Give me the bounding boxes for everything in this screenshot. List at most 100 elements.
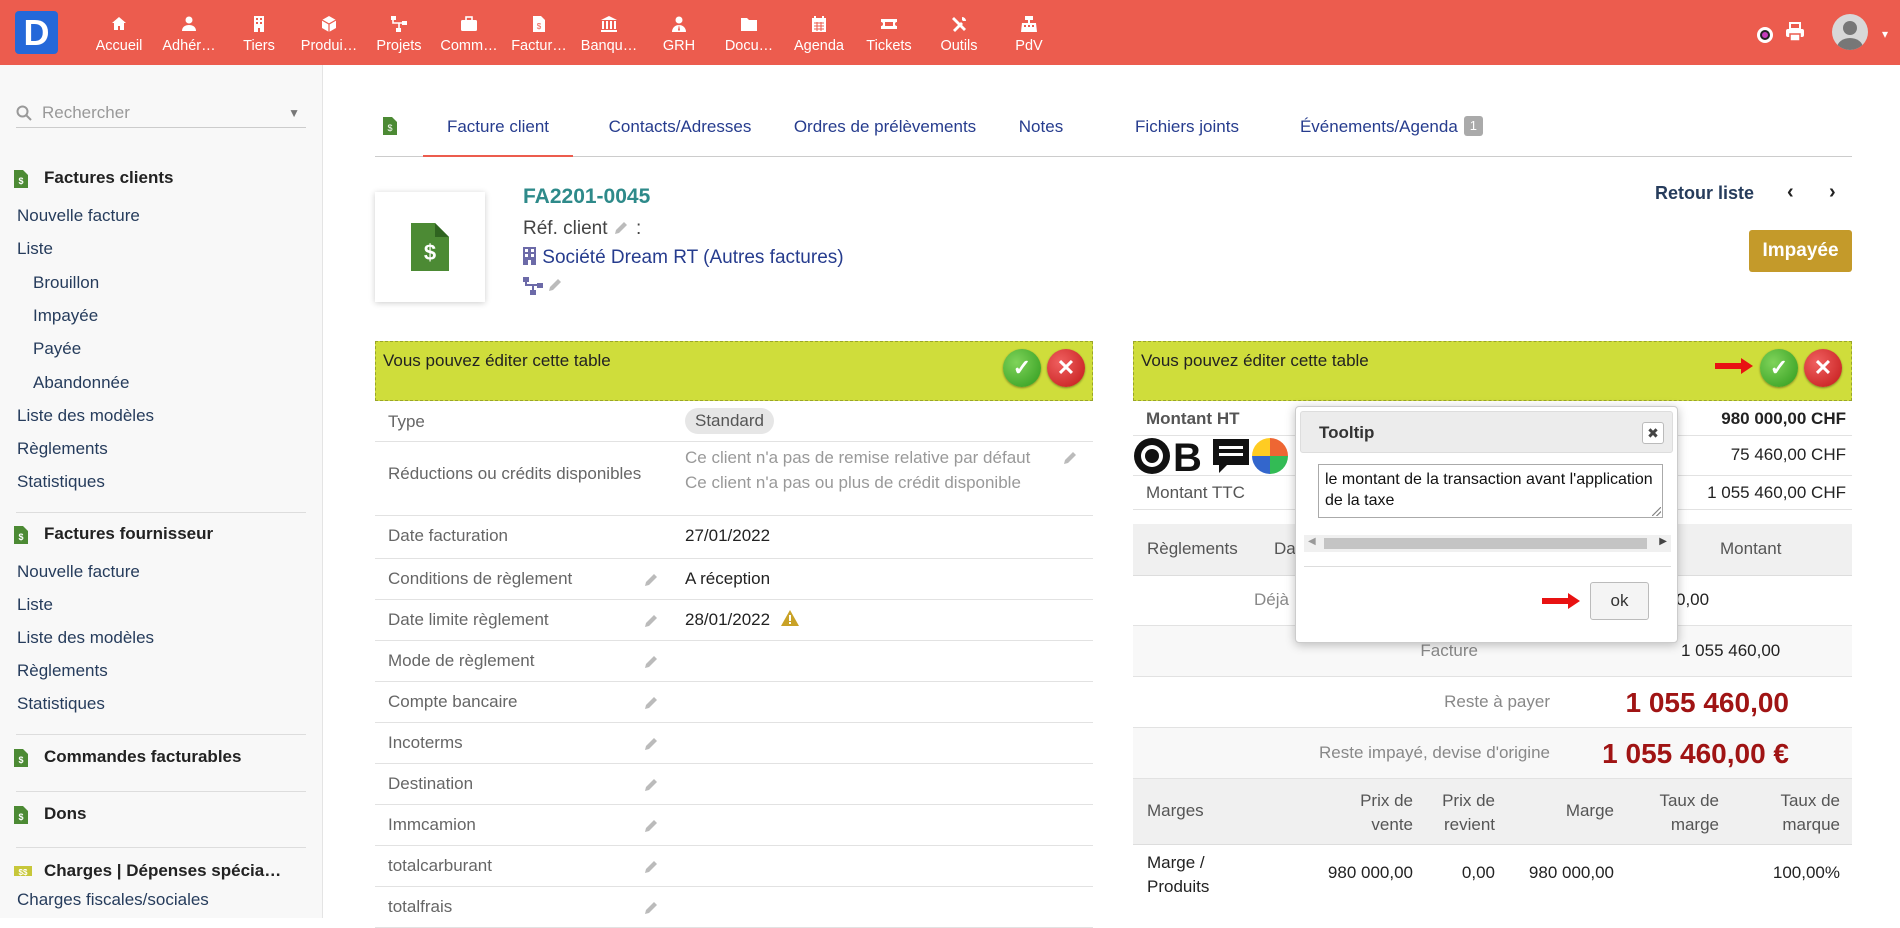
tab-notes[interactable]: Notes xyxy=(1011,95,1071,157)
tab-evenements-agenda[interactable]: Événements/Agenda 1 xyxy=(1284,95,1499,157)
edit-pencil-icon[interactable] xyxy=(643,654,659,670)
resize-handle-icon[interactable] xyxy=(1652,507,1661,516)
edit-pencil-icon[interactable] xyxy=(643,572,659,588)
sidebar-item[interactable]: Règlements xyxy=(17,661,108,681)
sidebar-section-2[interactable]: $ Commandes facturables xyxy=(14,747,241,767)
tooltip-textarea[interactable]: le montant de la transaction avant l'app… xyxy=(1318,464,1663,518)
menu-item-agenda[interactable]: Agenda xyxy=(784,0,854,65)
sidebar-section-4[interactable]: $$ Charges | Dépenses spécia… xyxy=(14,861,281,881)
tab-contacts-adresses[interactable]: Contacts/Adresses xyxy=(595,95,765,157)
tab-ordres-prelevements[interactable]: Ordres de prélèvements xyxy=(785,95,985,157)
ok-button[interactable]: ok xyxy=(1590,582,1649,620)
sidebar-item[interactable]: Liste des modèles xyxy=(17,406,154,426)
sidebar-item[interactable]: Payée xyxy=(33,339,81,359)
sidebar-section-3[interactable]: $ Dons xyxy=(14,804,87,824)
sidebar-divider xyxy=(16,734,306,735)
menu-item-outils[interactable]: Outils xyxy=(924,0,994,65)
edit-pencil-icon[interactable] xyxy=(643,818,659,834)
project-sitemap-icon[interactable] xyxy=(523,277,543,295)
menu-item-comm[interactable]: Comm… xyxy=(434,0,504,65)
menu-item-tickets[interactable]: Tickets xyxy=(854,0,924,65)
tab-fichiers-joints[interactable]: Fichiers joints xyxy=(1127,95,1247,157)
invoice-icon: $ xyxy=(14,170,28,188)
edit-pencil-icon[interactable] xyxy=(643,900,659,916)
svg-text:$: $ xyxy=(18,755,23,765)
folder-icon xyxy=(740,16,758,32)
detail-row: totalfrais xyxy=(375,887,1093,928)
close-icon[interactable]: ✖ xyxy=(1642,422,1664,444)
search-icon xyxy=(16,105,32,121)
detail-row: Date facturation 27/01/2022 xyxy=(375,516,1093,559)
confirm-check-icon[interactable]: ✓ xyxy=(1760,349,1798,387)
sidebar-item[interactable]: Liste xyxy=(17,239,53,259)
menu-item-docu[interactable]: Docu… xyxy=(714,0,784,65)
menu-item-tiers[interactable]: Tiers xyxy=(224,0,294,65)
sidebar-item[interactable]: Charges fiscales/sociales xyxy=(17,890,209,910)
edit-pencil-icon[interactable] xyxy=(613,220,631,236)
home-icon xyxy=(110,16,128,32)
sidebar-section-0[interactable]: $ Factures clients xyxy=(14,168,173,188)
menu-item-adhr[interactable]: Adhér… xyxy=(154,0,224,65)
menu-item-produi[interactable]: Produi… xyxy=(294,0,364,65)
company-link[interactable]: Société Dream RT xyxy=(542,247,698,268)
sidebar-item[interactable]: Nouvelle facture xyxy=(17,562,140,582)
edit-pencil-icon[interactable] xyxy=(643,736,659,752)
back-to-list-link[interactable]: Retour liste xyxy=(1655,183,1754,204)
detail-row: Destination xyxy=(375,764,1093,805)
sidebar-item[interactable]: Liste des modèles xyxy=(17,628,154,648)
search-box[interactable]: Rechercher ▼ xyxy=(16,98,306,128)
tooltip-dialog: Tooltip ✖ le montant de la transaction a… xyxy=(1295,406,1678,643)
edit-pencil-icon[interactable] xyxy=(643,777,659,793)
sidebar-item[interactable]: Abandonnée xyxy=(33,373,129,393)
marges-data-row: Marge / Produits 980 000,00 0,00 980 000… xyxy=(1147,853,1840,896)
tab-facture-client[interactable]: Facture client xyxy=(423,95,573,157)
chevron-down-icon[interactable]: ▼ xyxy=(288,106,300,120)
next-arrow-icon[interactable]: › xyxy=(1829,181,1836,204)
event-count-badge: 1 xyxy=(1463,116,1484,136)
cancel-x-icon[interactable]: ✕ xyxy=(1047,349,1085,387)
sidebar-item[interactable]: Impayée xyxy=(33,306,98,326)
scroll-right-icon[interactable]: ▶ xyxy=(1659,536,1667,547)
scrollbar-thumb[interactable] xyxy=(1324,538,1647,549)
edit-pencil-icon[interactable] xyxy=(643,613,659,629)
confirm-check-icon[interactable]: ✓ xyxy=(1003,349,1041,387)
edit-pencil-icon[interactable] xyxy=(643,859,659,875)
chevron-down-icon[interactable]: ▾ xyxy=(1882,27,1888,41)
sidebar-item[interactable]: Brouillon xyxy=(33,273,99,293)
sidebar-item[interactable]: Statistiques xyxy=(17,694,105,714)
sidebar-item[interactable]: Liste xyxy=(17,595,53,615)
sidebar-divider xyxy=(16,512,306,513)
detail-row: totalcarburant xyxy=(375,846,1093,887)
user-avatar[interactable] xyxy=(1832,14,1868,50)
scroll-left-icon[interactable]: ◀ xyxy=(1308,536,1316,547)
previous-arrow-icon[interactable]: ‹ xyxy=(1787,181,1794,204)
menu-item-grh[interactable]: GRH xyxy=(644,0,714,65)
menu-item-accueil[interactable]: Accueil xyxy=(84,0,154,65)
horizontal-scrollbar[interactable]: ◀ ▶ xyxy=(1304,535,1671,552)
edit-pencil-icon[interactable] xyxy=(547,277,563,293)
menu-item-factur[interactable]: $ Factur… xyxy=(504,0,574,65)
calendar-icon xyxy=(810,15,828,32)
sidebar-section-1[interactable]: $ Factures fournisseur xyxy=(14,524,213,544)
edit-banner-text: Vous pouvez éditer cette table xyxy=(1141,351,1369,370)
app-logo[interactable]: D xyxy=(15,11,58,54)
bank-icon xyxy=(600,15,618,32)
edit-pencil-icon[interactable] xyxy=(1062,450,1078,466)
sidebar-item[interactable]: Nouvelle facture xyxy=(17,206,140,226)
building-icon xyxy=(523,247,537,265)
menu-item-pdv[interactable]: PdV xyxy=(994,0,1064,65)
edit-pencil-icon[interactable] xyxy=(643,695,659,711)
tooltip-titlebar[interactable]: Tooltip ✖ xyxy=(1300,411,1673,453)
svg-text:$: $ xyxy=(18,532,23,542)
money-bill-icon: $$ xyxy=(14,863,32,879)
status-badge: Impayée xyxy=(1749,230,1852,272)
menu-item-banqu[interactable]: Banqu… xyxy=(574,0,644,65)
cancel-x-icon[interactable]: ✕ xyxy=(1804,349,1842,387)
menu-item-projets[interactable]: Projets xyxy=(364,0,434,65)
sidebar-item[interactable]: Règlements xyxy=(17,439,108,459)
invoice-ref: FA2201-0045 xyxy=(523,185,651,208)
status-dot-icon[interactable] xyxy=(1757,27,1773,43)
montant-ht-value: 980 000,00 CHF xyxy=(1721,409,1846,428)
sidebar-item[interactable]: Statistiques xyxy=(17,472,105,492)
print-icon[interactable] xyxy=(1785,22,1805,42)
